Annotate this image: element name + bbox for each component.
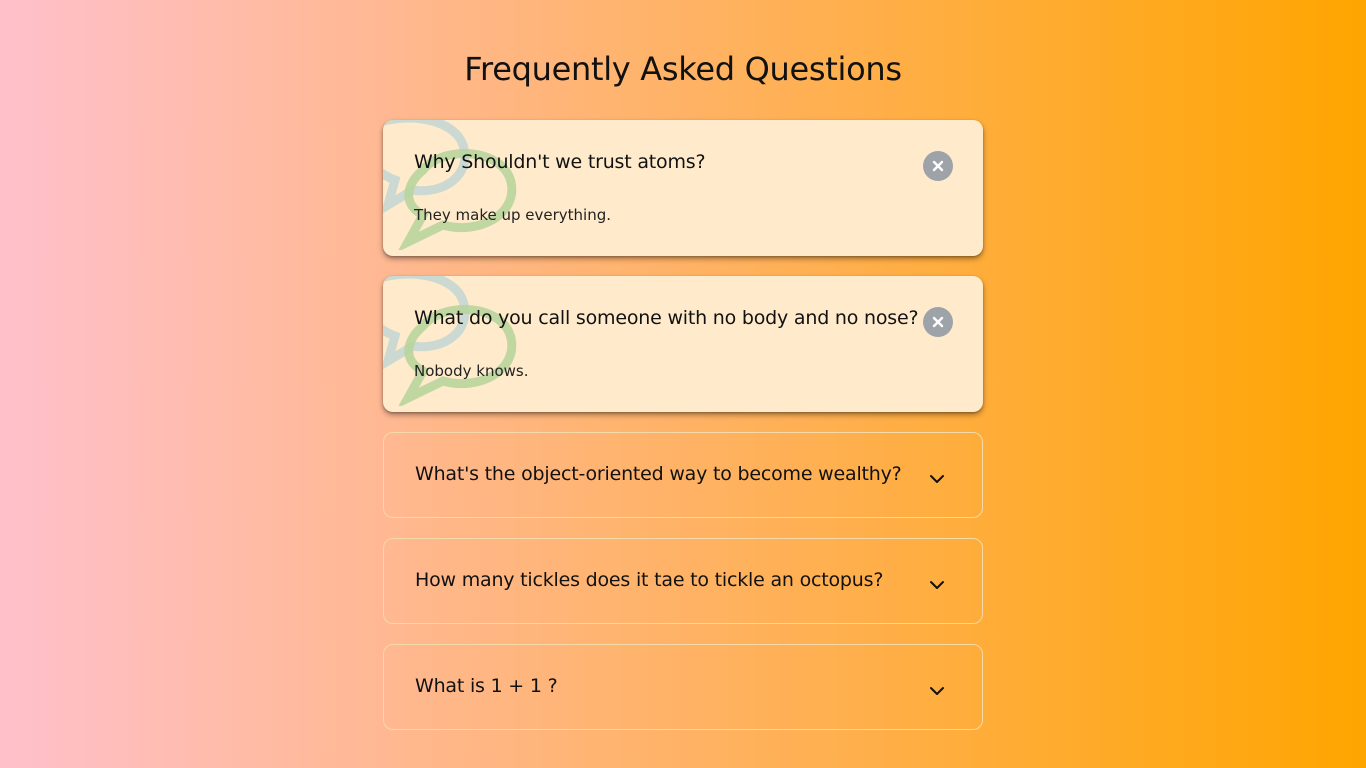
faq-question: What's the object-oriented way to become… — [415, 463, 902, 485]
close-icon — [932, 160, 944, 172]
faq-question: Why Shouldn't we trust atoms? — [414, 151, 706, 173]
faq-item: What do you call someone with no body an… — [383, 276, 983, 412]
faq-answer: They make up everything. — [414, 206, 612, 224]
expand-faq-button[interactable] — [922, 676, 952, 706]
page-title: Frequently Asked Questions — [464, 50, 902, 88]
chat-bubbles-icon — [383, 120, 517, 250]
faq-question: What is 1 + 1 ? — [415, 675, 558, 697]
faq-item[interactable]: How many tickles does it tae to tickle a… — [383, 538, 983, 624]
close-faq-button[interactable] — [923, 307, 953, 337]
expand-faq-button[interactable] — [922, 570, 952, 600]
faq-question: What do you call someone with no body an… — [414, 307, 919, 329]
faq-item[interactable]: What is 1 + 1 ? — [383, 644, 983, 730]
chevron-down-icon — [930, 687, 944, 695]
faq-item: Why Shouldn't we trust atoms? They make … — [383, 120, 983, 256]
faq-question: How many tickles does it tae to tickle a… — [415, 569, 884, 591]
close-icon — [932, 316, 944, 328]
expand-faq-button[interactable] — [922, 464, 952, 494]
chat-bubbles-icon — [383, 276, 517, 406]
chevron-down-icon — [930, 475, 944, 483]
close-faq-button[interactable] — [923, 151, 953, 181]
faq-answer: Nobody knows. — [414, 362, 529, 380]
faq-list: Why Shouldn't we trust atoms? They make … — [383, 120, 983, 750]
faq-item[interactable]: What's the object-oriented way to become… — [383, 432, 983, 518]
chevron-down-icon — [930, 581, 944, 589]
